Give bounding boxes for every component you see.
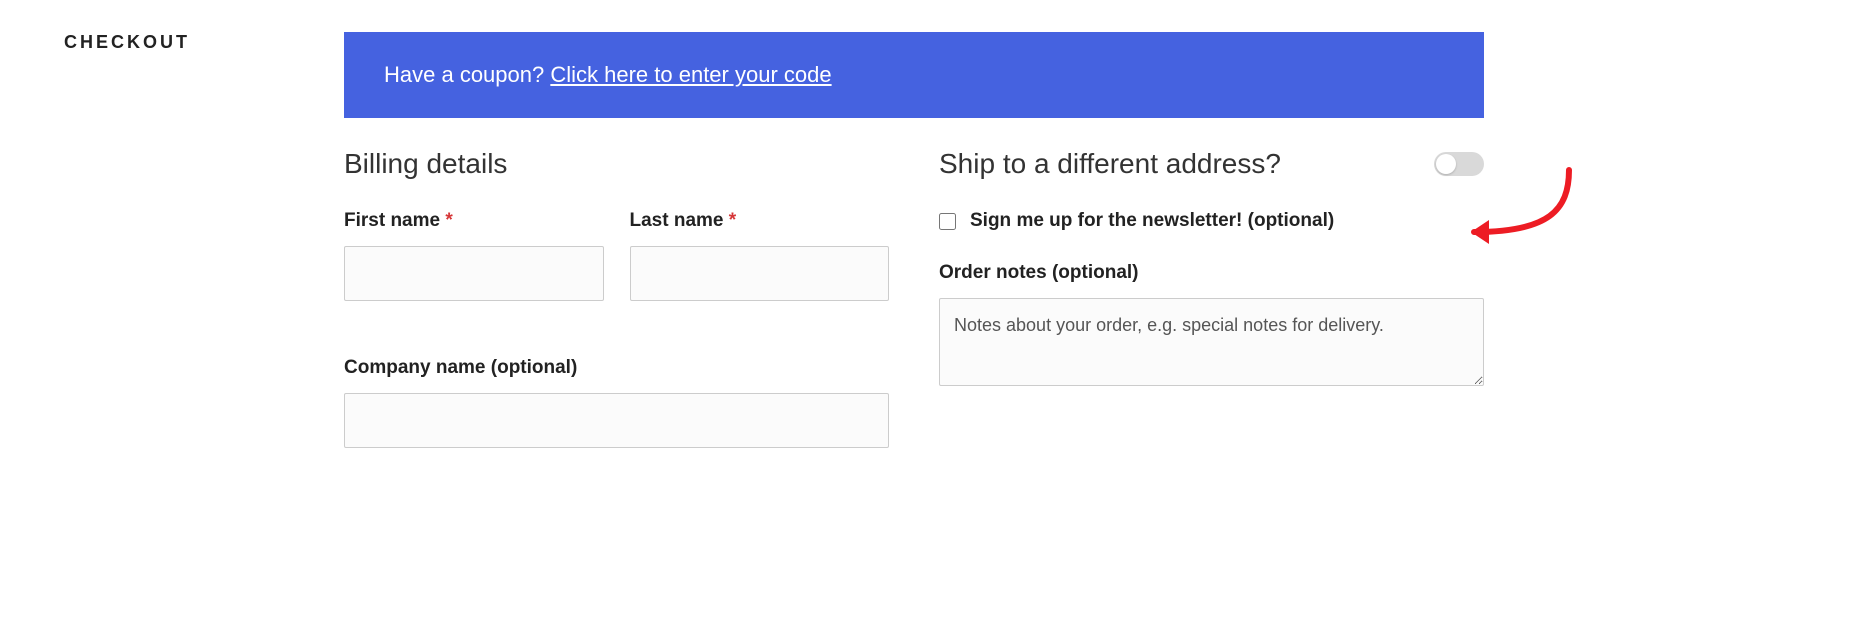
first-name-label: First name * (344, 210, 604, 232)
page-title: CHECKOUT (64, 32, 264, 53)
ship-different-toggle[interactable] (1434, 152, 1484, 176)
shipping-heading: Ship to a different address? (939, 148, 1281, 180)
required-mark: * (445, 210, 452, 231)
coupon-banner: Have a coupon? Click here to enter your … (344, 32, 1484, 118)
newsletter-checkbox[interactable] (939, 213, 956, 230)
last-name-label: Last name * (630, 210, 890, 232)
company-input[interactable] (344, 393, 889, 448)
coupon-link[interactable]: Click here to enter your code (550, 62, 831, 87)
newsletter-label: Sign me up for the newsletter! (optional… (970, 210, 1334, 232)
required-mark: * (729, 210, 736, 231)
order-notes-input[interactable] (939, 298, 1484, 386)
billing-heading: Billing details (344, 148, 889, 180)
toggle-knob (1436, 154, 1456, 174)
last-name-field: Last name * (630, 210, 890, 301)
sidebar: CHECKOUT (64, 32, 264, 476)
order-notes-field: Order notes (optional) (939, 262, 1484, 391)
company-field: Company name (optional) (344, 357, 889, 448)
last-name-label-text: Last name (630, 210, 729, 231)
billing-column: Billing details First name * Last name * (344, 148, 889, 476)
main: Have a coupon? Click here to enter your … (344, 32, 1484, 476)
newsletter-row: Sign me up for the newsletter! (optional… (939, 210, 1484, 232)
order-notes-label: Order notes (optional) (939, 262, 1484, 284)
coupon-prompt: Have a coupon? (384, 62, 550, 87)
first-name-field: First name * (344, 210, 604, 301)
last-name-input[interactable] (630, 246, 890, 301)
company-label: Company name (optional) (344, 357, 889, 379)
first-name-label-text: First name (344, 210, 445, 231)
first-name-input[interactable] (344, 246, 604, 301)
shipping-column: Ship to a different address? Sign me up … (939, 148, 1484, 476)
